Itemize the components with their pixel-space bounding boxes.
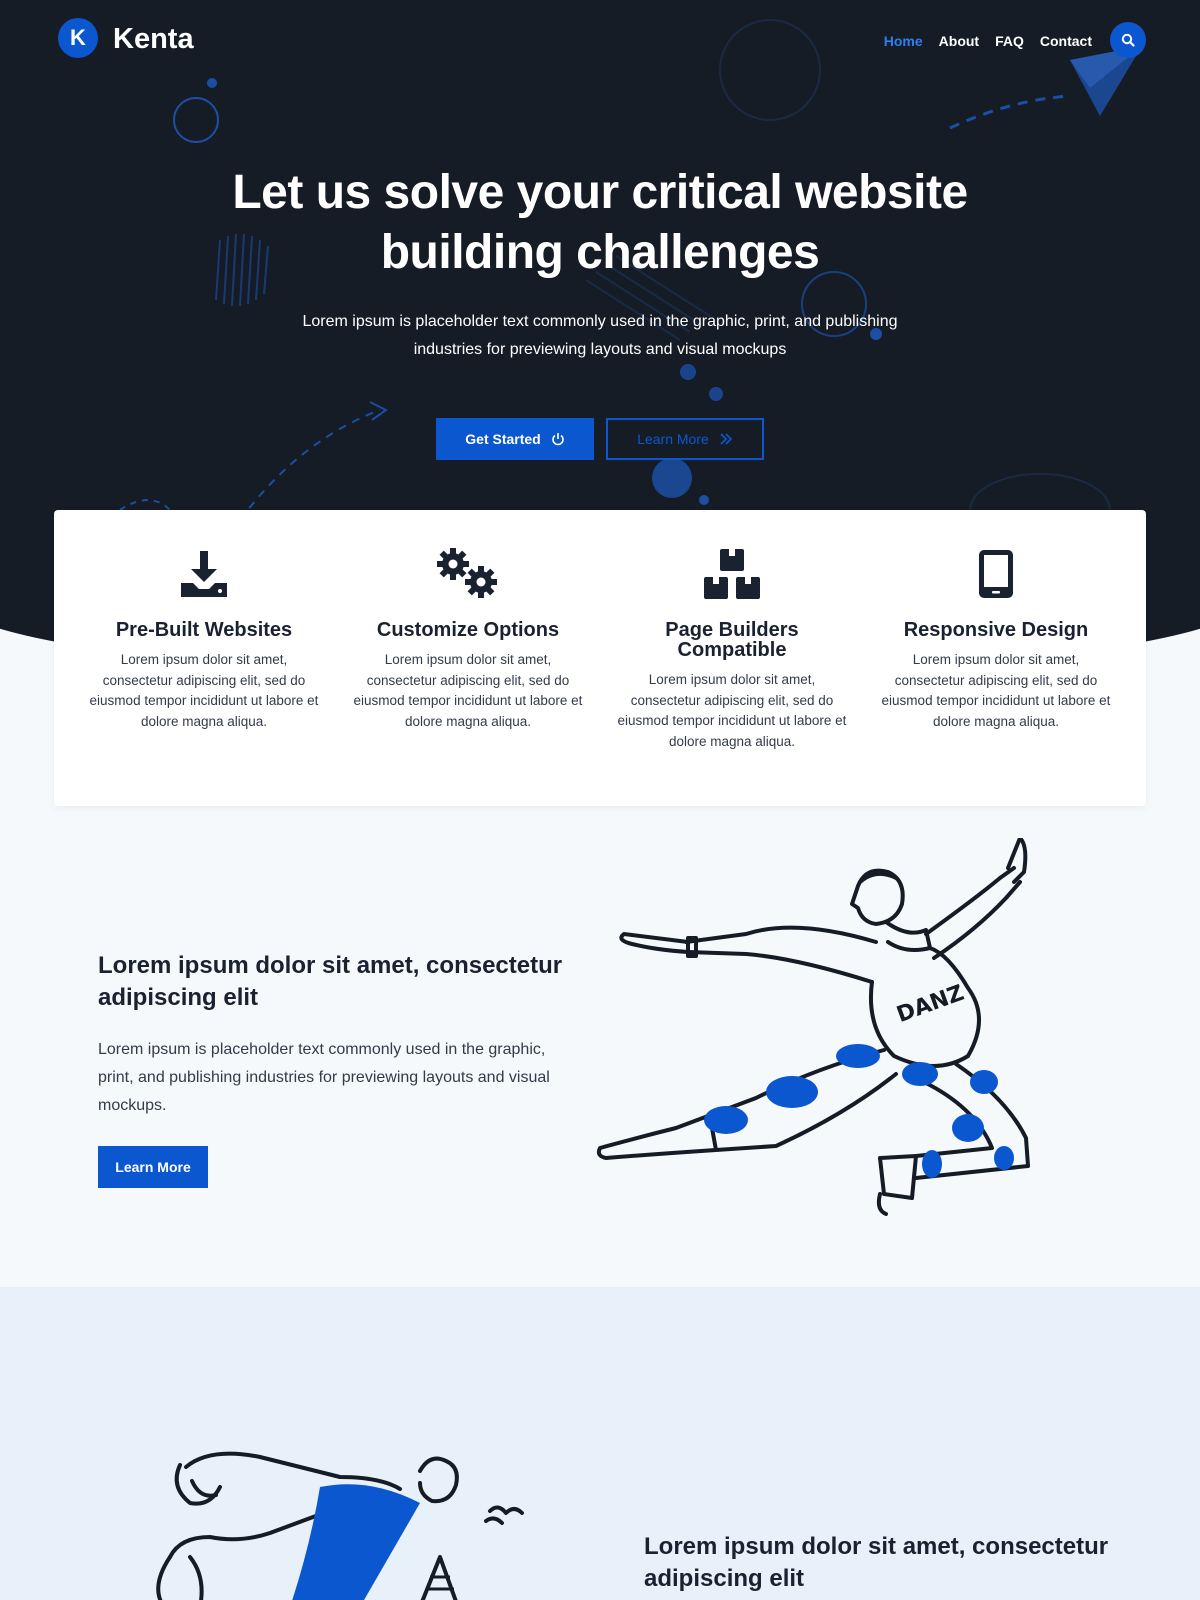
feature-title: Pre-Built Websites <box>115 619 293 641</box>
nav-item-home[interactable]: Home <box>884 31 923 51</box>
hero-subtitle: Lorem ipsum is placeholder text commonly… <box>302 313 898 358</box>
download-icon <box>72 546 336 602</box>
logo-icon[interactable]: K <box>58 18 98 58</box>
site-name[interactable]: Kenta <box>113 22 194 56</box>
section-title: Lorem ipsum dolor sit amet, consectetur … <box>98 952 563 1011</box>
learn-more-button[interactable]: Learn More <box>606 418 764 460</box>
gears-icon <box>336 546 600 602</box>
main-nav: Home About FAQ Contact <box>884 31 1092 51</box>
tablet-icon <box>864 546 1128 602</box>
boxes-icon <box>600 546 864 602</box>
double-chevron-right-icon <box>720 433 732 445</box>
feature-description: Lorem ipsum dolor sit amet, consectetur … <box>89 652 319 729</box>
feature-title: Responsive Design <box>903 619 1089 641</box>
get-started-label: Get Started <box>465 431 541 447</box>
nav-item-contact[interactable]: Contact <box>1040 31 1092 51</box>
learn-more-label: Learn More <box>637 431 709 447</box>
feature-item: Customize Options Lorem ipsum dolor sit … <box>336 510 600 806</box>
crouching-figure-illustration <box>156 1451 524 1600</box>
power-icon <box>551 433 564 446</box>
feature-description: Lorem ipsum dolor sit amet, consectetur … <box>353 652 583 729</box>
features-card: Pre-Built Websites Lorem ipsum dolor sit… <box>54 510 1146 806</box>
section-title: Lorem ipsum dolor sit amet, consectetur … <box>644 1533 1109 1592</box>
shirt-text: DANZ <box>893 981 967 1028</box>
feature-description: Lorem ipsum dolor sit amet, consectetur … <box>881 652 1111 729</box>
feature-title: Page Builders Compatible <box>665 619 799 661</box>
nav-item-about[interactable]: About <box>939 31 979 51</box>
search-icon <box>1121 33 1135 47</box>
learn-more-button[interactable]: Learn More <box>98 1146 208 1188</box>
search-button[interactable] <box>1110 22 1146 58</box>
get-started-button[interactable]: Get Started <box>436 418 594 460</box>
feature-item: Page Builders Compatible Lorem ipsum dol… <box>600 510 864 806</box>
site-header: K Kenta Home About FAQ Contact <box>0 0 1200 80</box>
feature-section-alt: Lorem ipsum dolor sit amet, consectetur … <box>0 1287 1200 1600</box>
feature-description: Lorem ipsum dolor sit amet, consectetur … <box>617 672 847 749</box>
hero-title: Let us solve your critical website build… <box>232 166 968 279</box>
dancer-illustration: DANZ <box>596 838 1030 1216</box>
feature-item: Responsive Design Lorem ipsum dolor sit … <box>864 510 1128 806</box>
nav-item-faq[interactable]: FAQ <box>995 31 1024 51</box>
section-text: Lorem ipsum is placeholder text commonly… <box>98 1041 550 1114</box>
feature-item: Pre-Built Websites Lorem ipsum dolor sit… <box>72 510 336 806</box>
feature-title: Customize Options <box>376 619 560 641</box>
